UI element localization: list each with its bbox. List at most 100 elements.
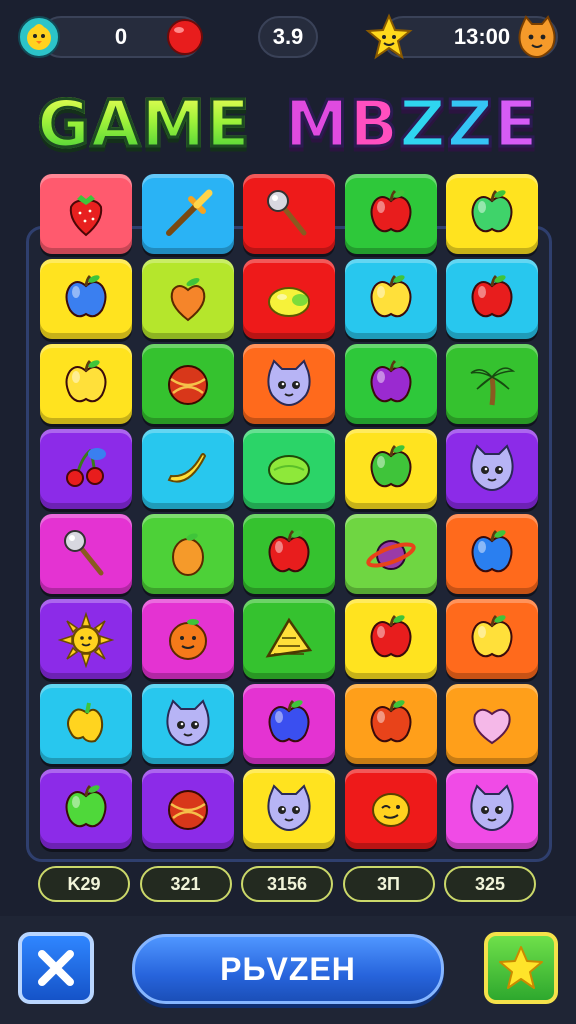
board-tile[interactable]: [446, 174, 538, 254]
board-tile[interactable]: [344, 514, 437, 594]
ball-icon: [167, 365, 208, 405]
board-tile[interactable]: [141, 429, 234, 509]
board-tile[interactable]: [446, 599, 538, 679]
palm-tree-icon: [470, 367, 516, 406]
cat-face-icon[interactable]: [512, 12, 562, 62]
board-tile[interactable]: [40, 174, 132, 254]
board-tile[interactable]: [243, 769, 335, 849]
timer-value: 13:00: [453, 24, 511, 49]
lemon-face-icon: [371, 793, 410, 827]
column-score: 3П: [342, 866, 435, 902]
board-tile[interactable]: [446, 259, 538, 339]
board-tile[interactable]: [446, 684, 538, 764]
board-tile[interactable]: [243, 514, 335, 594]
apple-icon: [370, 189, 411, 233]
column-score: K29: [38, 866, 130, 902]
apple-icon: [65, 359, 107, 403]
apple-icon: [65, 784, 107, 828]
pepper-icon: [67, 702, 104, 743]
cherry-icon: [66, 448, 106, 487]
title-letter: Z: [398, 87, 447, 164]
board-tile[interactable]: [344, 769, 437, 849]
board-tile[interactable]: [40, 514, 132, 594]
apple-icon: [370, 274, 411, 318]
column-score: 325: [444, 866, 536, 902]
apple-icon: [268, 529, 310, 573]
apple-icon: [370, 614, 411, 658]
board-tile[interactable]: [446, 514, 538, 594]
board-tile[interactable]: [243, 174, 335, 254]
board-tile[interactable]: [141, 259, 234, 339]
game-title: GAME MBZZE: [0, 80, 576, 170]
apple-icon: [471, 614, 513, 658]
board-tile[interactable]: [243, 259, 335, 339]
hammer-icon: [267, 190, 307, 236]
board-tile[interactable]: [141, 769, 234, 849]
apple-icon: [268, 699, 310, 743]
apple-icon: [65, 274, 107, 318]
cat-face-icon: [165, 699, 210, 747]
board-tile[interactable]: [243, 684, 335, 764]
score-value: 0: [114, 24, 128, 49]
star-face-icon: [364, 12, 414, 62]
heart-fruit-icon: [170, 277, 205, 322]
play-button[interactable]: PЬVZEH: [132, 934, 444, 1004]
banana-icon: [167, 453, 206, 483]
racket-icon: [265, 617, 313, 658]
title-letter: Z: [445, 87, 495, 164]
board-tile[interactable]: [344, 344, 437, 424]
title-word-game: GAME: [36, 87, 251, 164]
chick-icon[interactable]: [14, 12, 64, 62]
star-button[interactable]: [484, 932, 558, 1004]
sun-icon: [57, 611, 115, 668]
apple-icon: [471, 274, 513, 318]
ball-icon: [167, 790, 208, 830]
board-tile[interactable]: [243, 429, 335, 509]
board-tile[interactable]: [40, 599, 132, 679]
board-tile[interactable]: [344, 684, 437, 764]
board-tile[interactable]: [446, 429, 538, 509]
apple-icon: [370, 444, 411, 488]
cat-face-icon: [267, 784, 311, 832]
lime-icon: [268, 455, 310, 485]
play-button-label: PЬVZEH: [220, 950, 356, 987]
board-tile[interactable]: [446, 344, 538, 424]
board-tile[interactable]: [446, 769, 538, 849]
board-tile[interactable]: [40, 344, 132, 424]
cat-face-icon: [267, 359, 311, 407]
star-icon: [499, 946, 543, 989]
top-hud: 0 3.9 13:00: [0, 12, 576, 68]
orange-icon: [171, 533, 204, 576]
strawberry-icon: [69, 195, 103, 237]
board-tile[interactable]: [344, 599, 437, 679]
board-tile[interactable]: [141, 514, 234, 594]
title-letter: E: [493, 87, 540, 164]
apple-icon: [370, 359, 411, 403]
close-icon: [38, 950, 74, 986]
board-tile[interactable]: [344, 259, 437, 339]
multiplier-value: 3.9: [272, 24, 304, 49]
board-tile[interactable]: [40, 684, 132, 764]
board-tile[interactable]: [243, 599, 335, 679]
board-tile[interactable]: [243, 344, 335, 424]
close-button[interactable]: [18, 932, 94, 1004]
board-tile[interactable]: [40, 429, 132, 509]
apple-icon: [471, 529, 513, 573]
board-tile[interactable]: [40, 259, 132, 339]
hammer-icon: [64, 530, 104, 576]
board-tile[interactable]: [141, 599, 234, 679]
board-tile[interactable]: [141, 344, 234, 424]
title-letter: M: [283, 87, 350, 164]
title-letter: B: [348, 87, 400, 164]
planet-icon: [365, 540, 416, 570]
board-tile[interactable]: [141, 684, 234, 764]
sword-icon: [165, 189, 212, 236]
multiplier-pill: 3.9: [258, 16, 318, 58]
board-tile[interactable]: [141, 174, 234, 254]
cat-face-icon: [470, 784, 514, 832]
board-tile[interactable]: [40, 769, 132, 849]
board-tile[interactable]: [344, 429, 437, 509]
apple-icon: [370, 699, 411, 743]
cat-face-icon: [470, 444, 514, 492]
board-tile[interactable]: [344, 174, 437, 254]
